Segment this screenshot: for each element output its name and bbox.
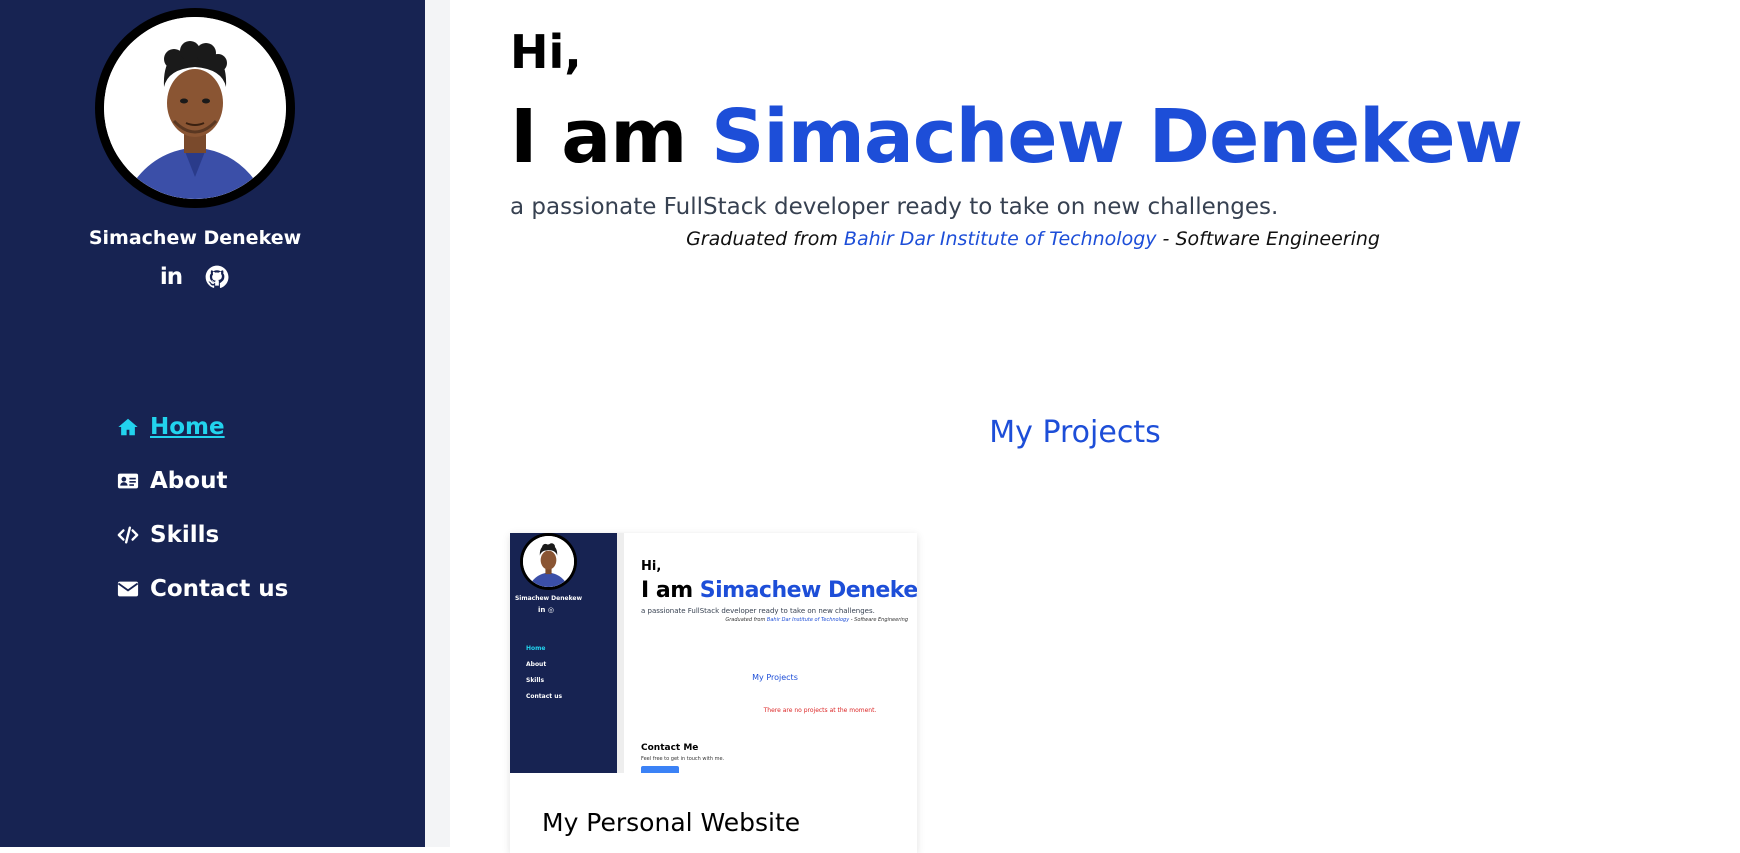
thumbnail-greeting: Hi, bbox=[641, 559, 662, 574]
code-icon bbox=[116, 523, 140, 547]
nav-label-skills: Skills bbox=[150, 522, 220, 548]
nav-label-home: Home bbox=[150, 414, 225, 440]
home-icon bbox=[116, 415, 140, 439]
thumbnail-contact-subtitle: Feel free to get in touch with me. bbox=[641, 756, 725, 762]
scroll-gutter bbox=[425, 0, 450, 847]
thumbnail-education-institution: Bahir Dar Institute of Technology bbox=[766, 617, 850, 623]
thumbnail-avatar bbox=[520, 533, 577, 590]
sidebar: Simachew Denekew in Home About Skills Co… bbox=[0, 0, 425, 847]
sidebar-name: Simachew Denekew bbox=[88, 227, 302, 249]
nav-item-about[interactable]: About bbox=[116, 454, 288, 508]
tagline: a passionate FullStack developer ready t… bbox=[510, 194, 1279, 220]
nav-item-home[interactable]: Home bbox=[116, 400, 288, 454]
intro-name: Simachew Denekew bbox=[711, 94, 1523, 180]
intro-prefix: I am bbox=[510, 94, 712, 180]
profile-photo bbox=[104, 17, 286, 199]
project-card[interactable]: Simachew Denekew in ◎ Home About Skills … bbox=[510, 533, 917, 853]
thumbnail-intro-name: Simachew Denekew bbox=[699, 578, 917, 603]
main-nav: Home About Skills Contact us bbox=[116, 400, 288, 616]
avatar bbox=[95, 8, 295, 208]
projects-heading: My Projects bbox=[989, 415, 1161, 450]
thumbnail-intro-prefix: I am bbox=[641, 578, 700, 603]
intro-headline: I am Simachew Denekew bbox=[510, 94, 1523, 180]
education-suffix: - Software Engineering bbox=[1156, 228, 1380, 250]
education-institution-link[interactable]: Bahir Dar Institute of Technology bbox=[844, 228, 1157, 250]
project-title[interactable]: My Personal Website bbox=[542, 808, 800, 837]
thumbnail-education-suffix: - Software Engineering bbox=[849, 617, 908, 623]
thumbnail-nav-about: About bbox=[526, 661, 547, 668]
thumbnail-headline: I am Simachew Denekew bbox=[641, 578, 917, 603]
github-icon[interactable] bbox=[204, 264, 230, 290]
nav-label-contact: Contact us bbox=[150, 576, 289, 602]
thumbnail-nav-skills: Skills bbox=[526, 677, 545, 684]
thumbnail-error-text: There are no projects at the moment. bbox=[763, 707, 877, 714]
id-card-icon bbox=[116, 469, 140, 493]
thumbnail-nav-contact: Contact us bbox=[526, 693, 563, 700]
education-prefix: Graduated from bbox=[686, 228, 844, 250]
thumbnail-education: Graduated from Bahir Dar Institute of Te… bbox=[641, 617, 908, 623]
education-line: Graduated from Bahir Dar Institute of Te… bbox=[510, 228, 1380, 250]
nav-item-skills[interactable]: Skills bbox=[116, 508, 288, 562]
thumbnail-gutter bbox=[617, 533, 624, 773]
nav-item-contact[interactable]: Contact us bbox=[116, 562, 288, 616]
greeting: Hi, bbox=[510, 25, 582, 79]
thumbnail-contact-button bbox=[641, 766, 679, 773]
social-links: in bbox=[158, 264, 230, 290]
thumbnail-contact-title: Contact Me bbox=[641, 743, 699, 753]
thumbnail-nav-home: Home bbox=[526, 645, 546, 652]
thumbnail-projects-heading: My Projects bbox=[752, 673, 798, 682]
linkedin-icon[interactable]: in bbox=[158, 264, 184, 290]
thumbnail-education-prefix: Graduated from bbox=[725, 617, 767, 623]
thumbnail-tagline: a passionate FullStack developer ready t… bbox=[641, 607, 875, 615]
nav-label-about: About bbox=[150, 468, 228, 494]
envelope-icon bbox=[116, 577, 140, 601]
project-thumbnail[interactable]: Simachew Denekew in ◎ Home About Skills … bbox=[510, 533, 917, 773]
thumbnail-sidebar-name: Simachew Denekew bbox=[514, 595, 583, 602]
thumbnail-social: in ◎ bbox=[538, 606, 554, 614]
